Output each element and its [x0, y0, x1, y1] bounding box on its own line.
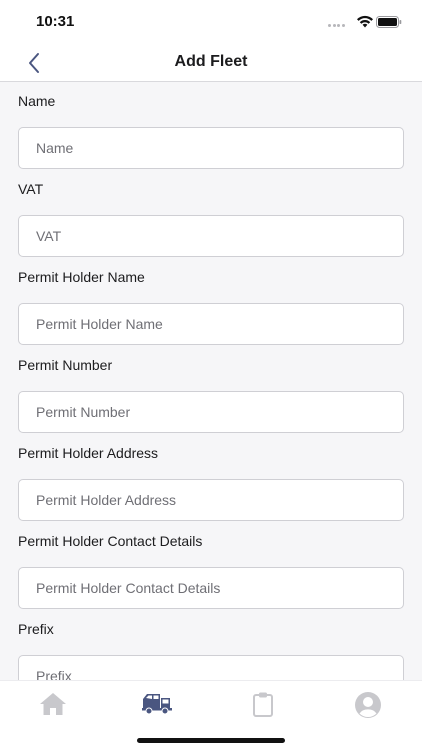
wifi-icon	[357, 15, 373, 28]
home-indicator	[137, 738, 285, 743]
status-bar: 10:31	[0, 0, 422, 44]
vat-field-group: VAT	[18, 180, 404, 257]
profile-icon	[354, 692, 381, 718]
vat-label: VAT	[18, 181, 44, 197]
name-label: Name	[18, 93, 56, 109]
name-field-group: Name	[18, 92, 404, 169]
permit-holder-address-label: Permit Holder Address	[18, 445, 159, 461]
status-time: 10:31	[36, 13, 75, 30]
prefix-input[interactable]	[18, 655, 404, 680]
permit-holder-contact-input[interactable]	[18, 567, 404, 609]
permit-number-field-group: Permit Number	[18, 356, 404, 433]
permit-holder-address-input[interactable]	[18, 479, 404, 521]
permit-number-input[interactable]	[18, 391, 404, 433]
add-fleet-form: Name VAT Permit Holder Name Permit Numbe…	[0, 82, 422, 680]
permit-holder-address-field-group: Permit Holder Address	[18, 444, 404, 521]
cellular-signal-icon	[328, 24, 346, 28]
truck-icon	[141, 694, 172, 715]
vat-input[interactable]	[18, 215, 404, 257]
home-icon	[39, 693, 66, 715]
tab-tasks[interactable]	[210, 681, 315, 729]
tab-fleet[interactable]	[105, 681, 210, 729]
tab-profile[interactable]	[315, 681, 420, 729]
name-input[interactable]	[18, 127, 404, 169]
permit-holder-name-input[interactable]	[18, 303, 404, 345]
permit-holder-name-field-group: Permit Holder Name	[18, 268, 404, 345]
battery-icon	[376, 16, 402, 28]
prefix-field-group: Prefix	[18, 620, 404, 680]
permit-number-label: Permit Number	[18, 357, 113, 373]
tab-home[interactable]	[0, 681, 105, 729]
navigation-bar: Add Fleet	[0, 44, 422, 82]
permit-holder-contact-field-group: Permit Holder Contact Details	[18, 532, 404, 609]
permit-holder-contact-label: Permit Holder Contact Details	[18, 533, 203, 549]
clipboard-icon	[252, 692, 273, 717]
page-title: Add Fleet	[174, 53, 248, 70]
permit-holder-name-label: Permit Holder Name	[18, 269, 145, 285]
prefix-label: Prefix	[18, 621, 54, 637]
